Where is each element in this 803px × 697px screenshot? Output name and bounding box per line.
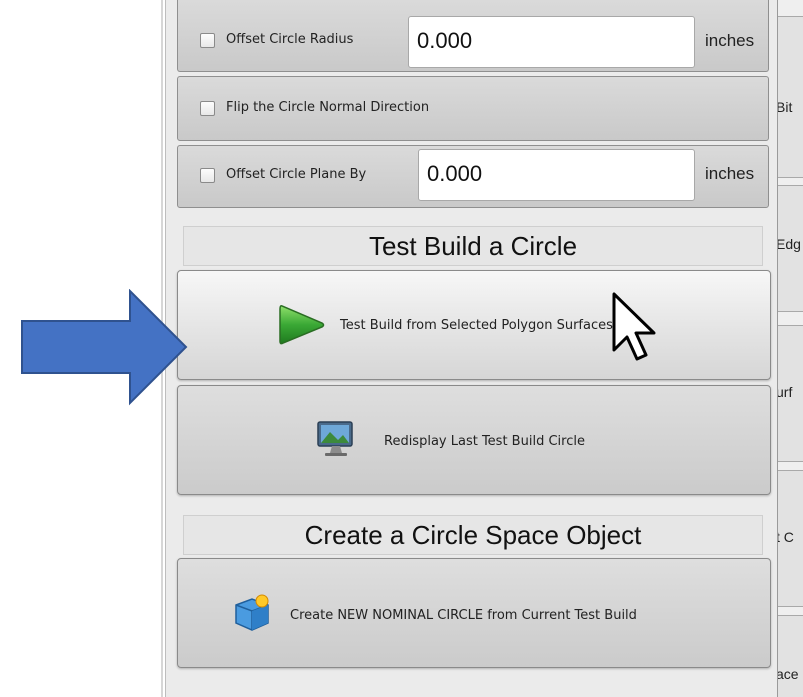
offset-radius-unit: inches <box>705 31 755 50</box>
right-tab-1[interactable]: Bit <box>778 16 803 178</box>
offset-plane-checkbox[interactable] <box>200 168 215 183</box>
offset-plane-unit: inches <box>705 164 755 183</box>
offset-radius-checkbox[interactable] <box>200 33 215 48</box>
right-tab-2[interactable]: Edg <box>778 185 803 312</box>
test-build-button[interactable]: Test Build from Selected Polygon Surface… <box>177 270 771 380</box>
right-tab-strip: Bit Edg urf t C ace <box>777 0 803 697</box>
flip-normal-checkbox[interactable] <box>200 101 215 116</box>
offset-radius-label: Offset Circle Radius <box>226 32 354 47</box>
right-tab-4[interactable]: t C <box>778 470 803 607</box>
redisplay-button-label: Redisplay Last Test Build Circle <box>384 434 585 449</box>
flip-normal-row: Flip the Circle Normal Direction <box>177 76 769 141</box>
create-circle-button-label: Create NEW NOMINAL CIRCLE from Current T… <box>290 608 637 623</box>
offset-plane-row: Offset Circle Plane By 0.000 inches <box>177 145 769 208</box>
offset-radius-row: Offset Circle Radius 0.000 inches <box>177 0 769 72</box>
test-build-button-label: Test Build from Selected Polygon Surface… <box>340 318 613 333</box>
test-build-heading: Test Build a Circle <box>183 226 763 266</box>
arrow-right-icon <box>21 289 188 406</box>
offset-plane-label: Offset Circle Plane By <box>226 167 367 182</box>
offset-plane-input[interactable]: 0.000 <box>418 149 695 201</box>
redisplay-button[interactable]: Redisplay Last Test Build Circle <box>177 385 771 495</box>
right-tab-3[interactable]: urf <box>778 325 803 462</box>
right-tab-5[interactable]: ace <box>778 615 803 697</box>
monitor-icon <box>317 421 353 456</box>
cube-icon <box>235 594 269 631</box>
play-icon <box>279 305 325 345</box>
create-heading: Create a Circle Space Object <box>183 515 763 555</box>
mouse-pointer-icon <box>612 292 656 361</box>
flip-normal-label: Flip the Circle Normal Direction <box>226 100 430 115</box>
create-circle-button[interactable]: Create NEW NOMINAL CIRCLE from Current T… <box>177 558 771 668</box>
offset-radius-input[interactable]: 0.000 <box>408 16 695 68</box>
